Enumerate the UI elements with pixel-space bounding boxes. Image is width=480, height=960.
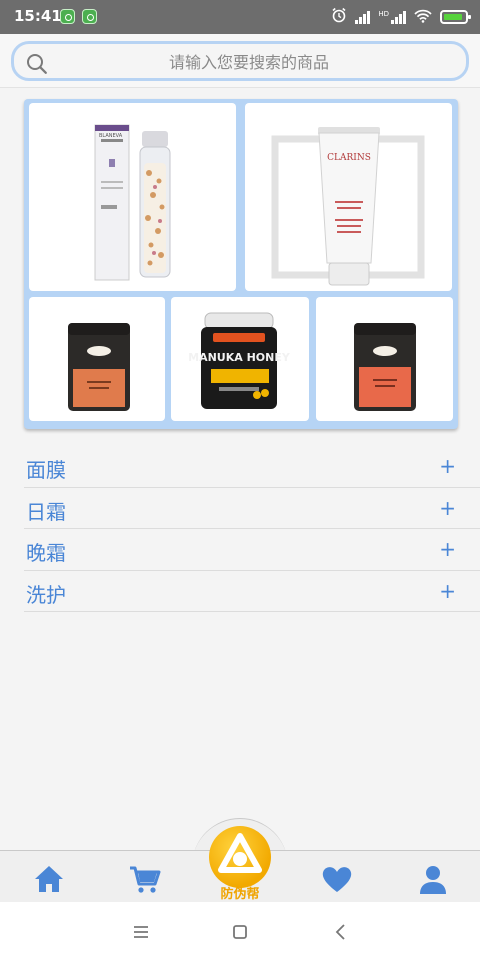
product-tile[interactable]: BLANEVA (29, 103, 236, 291)
status-time: 15:41 (14, 7, 62, 25)
search-box[interactable] (11, 41, 469, 81)
product-tile[interactable]: CLARINS (245, 103, 452, 291)
square-icon[interactable] (228, 920, 252, 944)
hd-label: HD (378, 10, 389, 18)
product-image: CLARINS (271, 127, 425, 286)
category-row-mask[interactable]: 面膜 + (24, 446, 480, 488)
category-label: 日霜 (26, 499, 66, 524)
user-icon[interactable] (416, 862, 450, 896)
search-icon[interactable] (26, 53, 48, 75)
category-label: 面膜 (26, 458, 66, 482)
menu-icon[interactable] (129, 920, 153, 944)
category-list: 面膜 + 日霜 + 晚霜 + 洗护 + (24, 446, 480, 612)
product-image (354, 323, 416, 411)
category-row-cleansing[interactable]: 洗护 + (24, 571, 480, 612)
system-nav-bar (0, 902, 480, 960)
expand-icon[interactable]: + (439, 579, 456, 603)
product-brand: BLANEVA (99, 133, 123, 139)
heart-icon[interactable] (320, 862, 354, 896)
expand-icon[interactable]: + (439, 454, 456, 478)
product-image: BLANEVA (94, 124, 171, 281)
category-row-day-cream[interactable]: 日霜 + (24, 488, 480, 529)
center-tab-label[interactable]: 防伪帮 (200, 883, 280, 902)
battery-icon (440, 10, 471, 24)
search-input[interactable] (64, 49, 434, 75)
product-image (68, 323, 130, 411)
category-label: 晚霜 (26, 541, 66, 565)
app-notification-icon (82, 9, 97, 24)
product-image: MANUKA HONEY (188, 312, 291, 409)
product-tile[interactable]: MANUKA HONEY (171, 297, 309, 421)
alarm-icon (331, 7, 347, 27)
product-tile[interactable] (29, 297, 165, 421)
app-notification-icon (60, 9, 75, 24)
category-label: 洗护 (26, 582, 66, 607)
product-brand: CLARINS (327, 153, 371, 163)
cart-icon[interactable] (128, 862, 162, 896)
back-icon[interactable] (329, 920, 353, 944)
anti-counterfeit-logo-icon[interactable] (209, 826, 271, 888)
expand-icon[interactable]: + (439, 496, 456, 520)
status-bar: 15:41 HD (0, 0, 480, 34)
category-row-night-cream[interactable]: 晚霜 + (24, 529, 480, 571)
expand-icon[interactable]: + (439, 537, 456, 561)
wifi-icon (414, 8, 432, 27)
product-brand: MANUKA HONEY (188, 351, 291, 364)
search-area (0, 34, 480, 88)
home-icon[interactable] (32, 862, 66, 896)
signal-hd-icon: HD (378, 10, 406, 24)
product-grid: BLANEVA CLARINS MANUKA HONEY (24, 99, 458, 429)
signal-icon (355, 10, 371, 24)
product-tile[interactable] (316, 297, 453, 421)
